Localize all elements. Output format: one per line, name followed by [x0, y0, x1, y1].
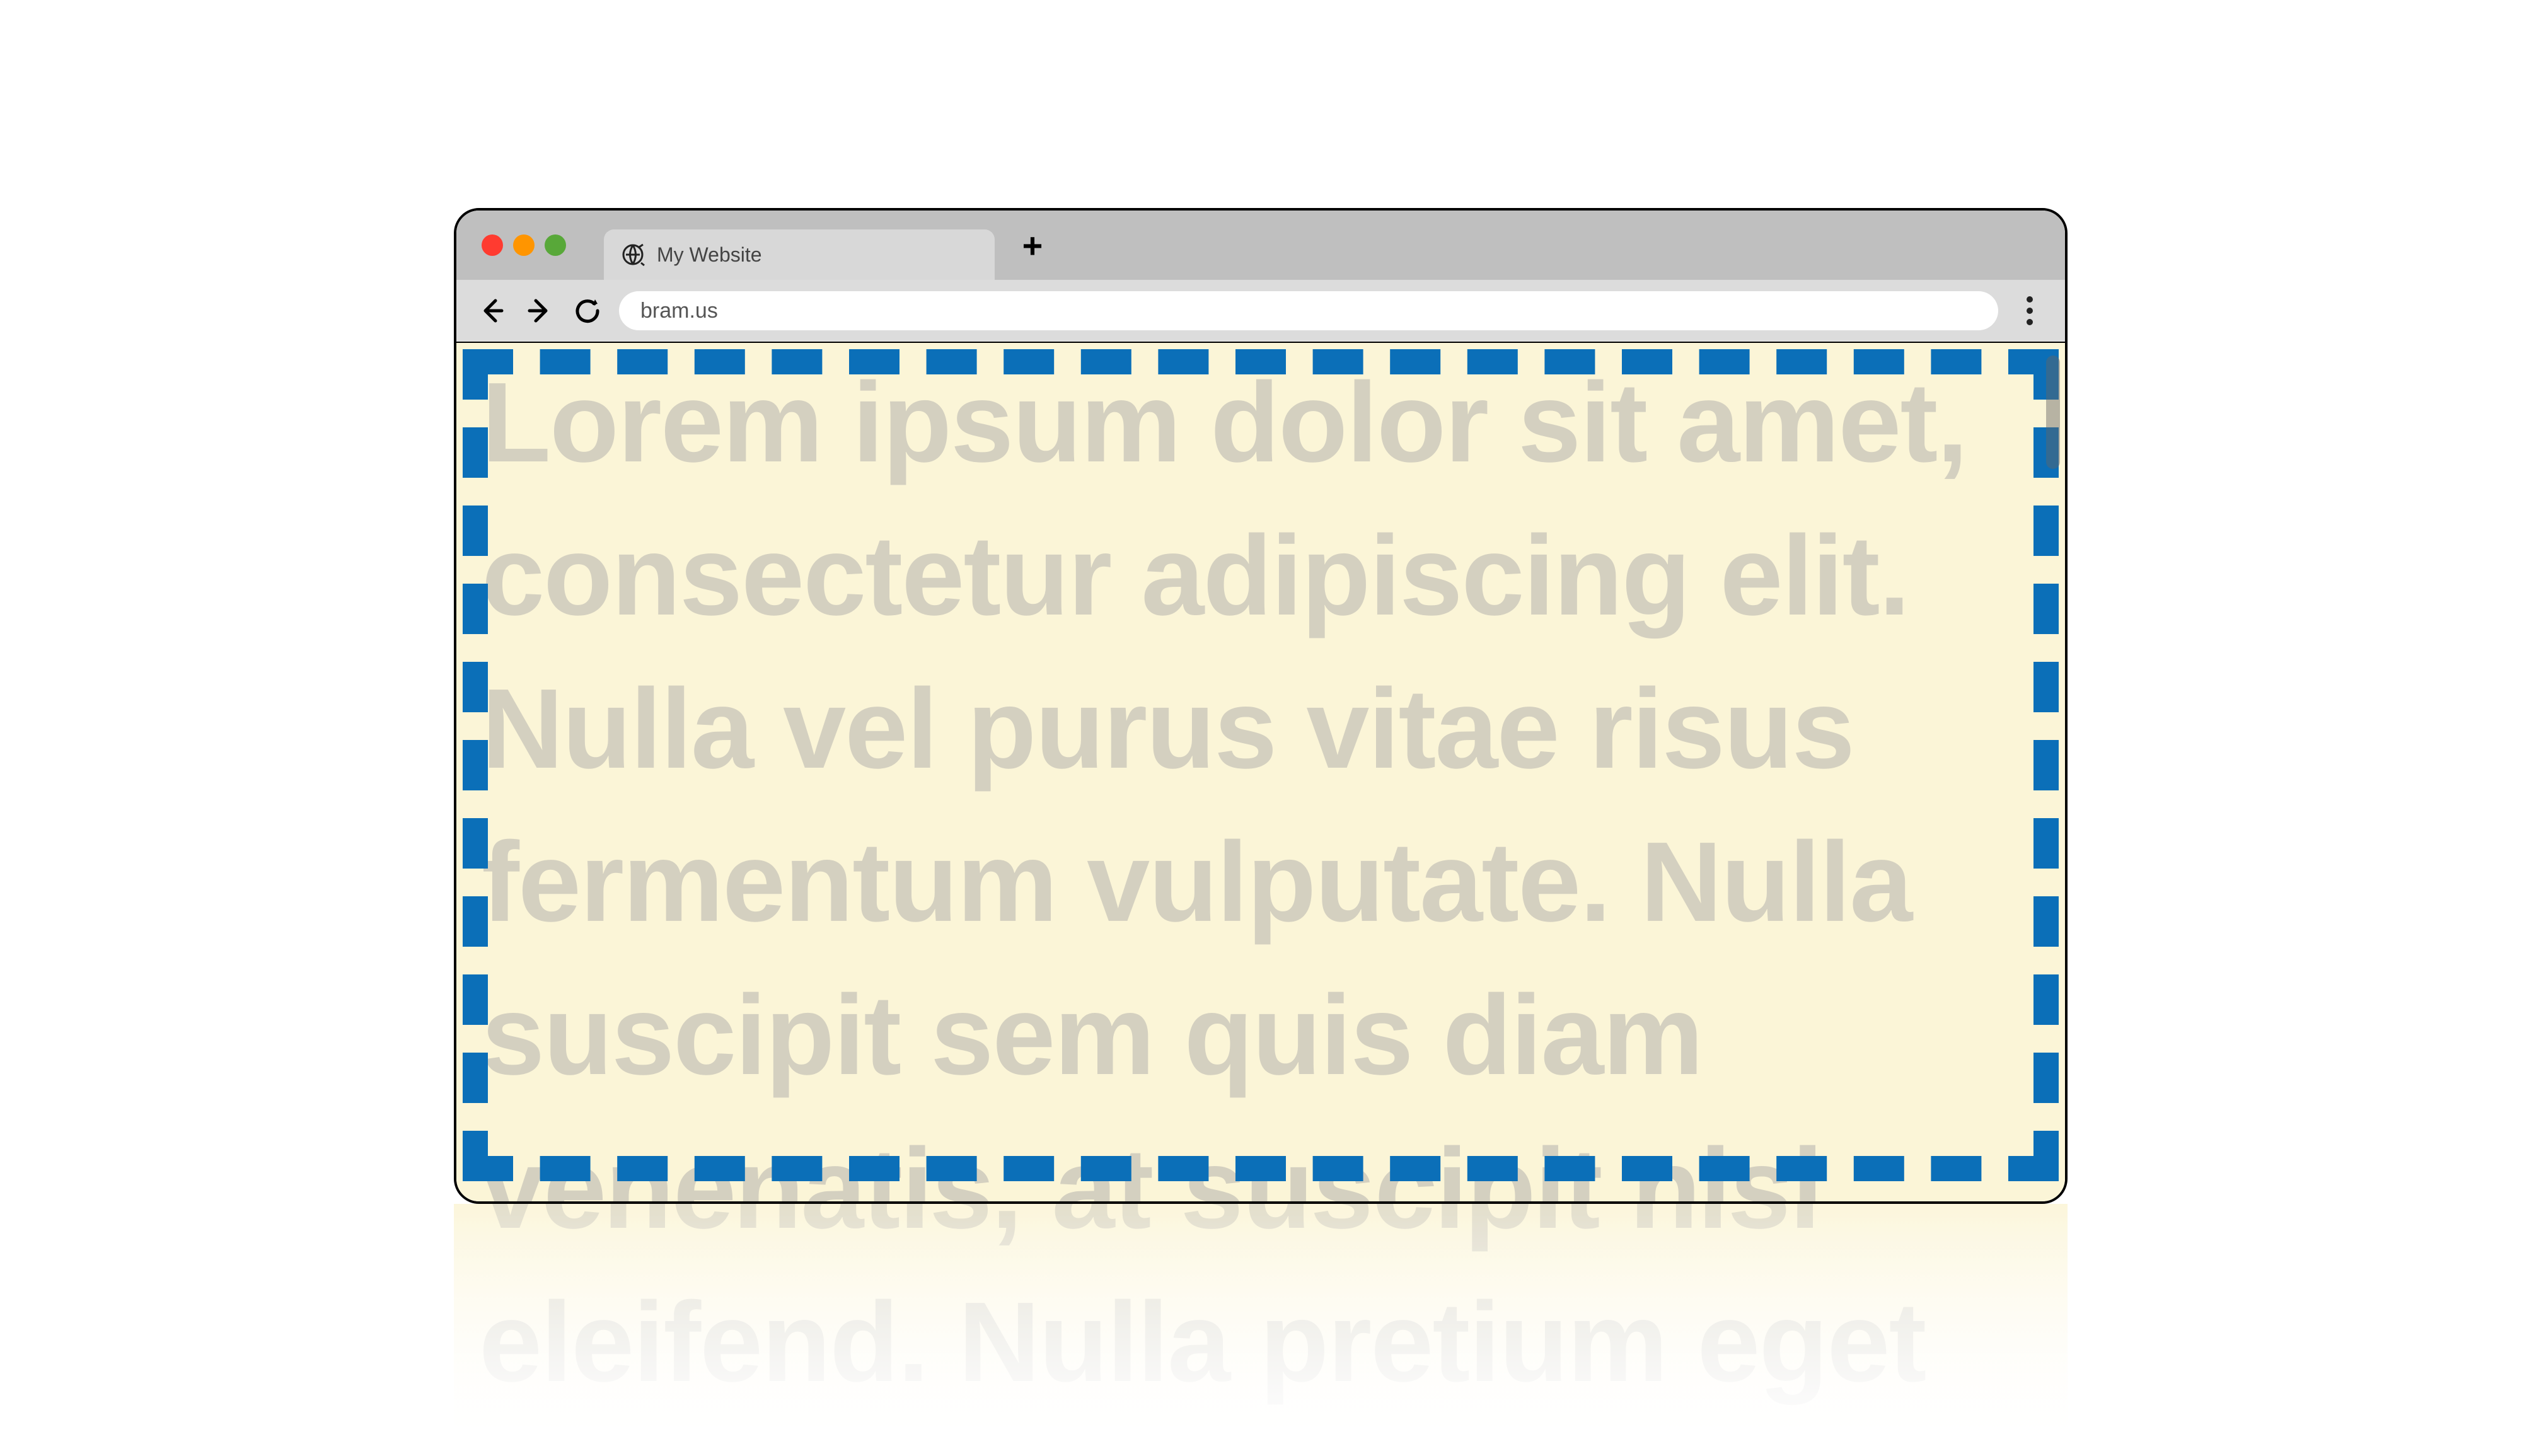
- address-bar[interactable]: bram.us: [619, 291, 1998, 330]
- window-minimize-button[interactable]: [513, 234, 535, 256]
- browser-tab[interactable]: My Website: [604, 229, 995, 280]
- window-zoom-button[interactable]: [545, 234, 566, 256]
- browser-window: My Website + bram.us Lorem ipsum dolor s…: [454, 208, 2068, 1204]
- reload-button[interactable]: [571, 294, 604, 327]
- back-button[interactable]: [475, 294, 508, 327]
- page-viewport[interactable]: Lorem ipsum dolor sit amet, consectetur …: [456, 343, 2065, 1201]
- forward-button[interactable]: [523, 294, 556, 327]
- toolbar: bram.us: [456, 280, 2065, 343]
- page-overflow-region: Lorem ipsum dolor sit amet, consectetur …: [454, 1204, 2068, 1456]
- window-controls: [482, 234, 566, 256]
- kebab-dot-icon: [2027, 296, 2033, 303]
- tab-bar: My Website +: [456, 211, 2065, 280]
- kebab-dot-icon: [2027, 319, 2033, 325]
- tab-favicon-icon: [620, 242, 645, 267]
- kebab-dot-icon: [2027, 308, 2033, 314]
- window-close-button[interactable]: [482, 234, 503, 256]
- browser-menu-button[interactable]: [2013, 294, 2046, 327]
- address-bar-url: bram.us: [640, 299, 718, 323]
- tab-title: My Website: [657, 243, 762, 267]
- scrollbar-thumb[interactable]: [2046, 355, 2060, 469]
- page-body-text: Lorem ipsum dolor sit amet, consectetur …: [482, 346, 2040, 1201]
- new-tab-button[interactable]: +: [1020, 233, 1045, 258]
- page-overflow-fade: [454, 1204, 2068, 1456]
